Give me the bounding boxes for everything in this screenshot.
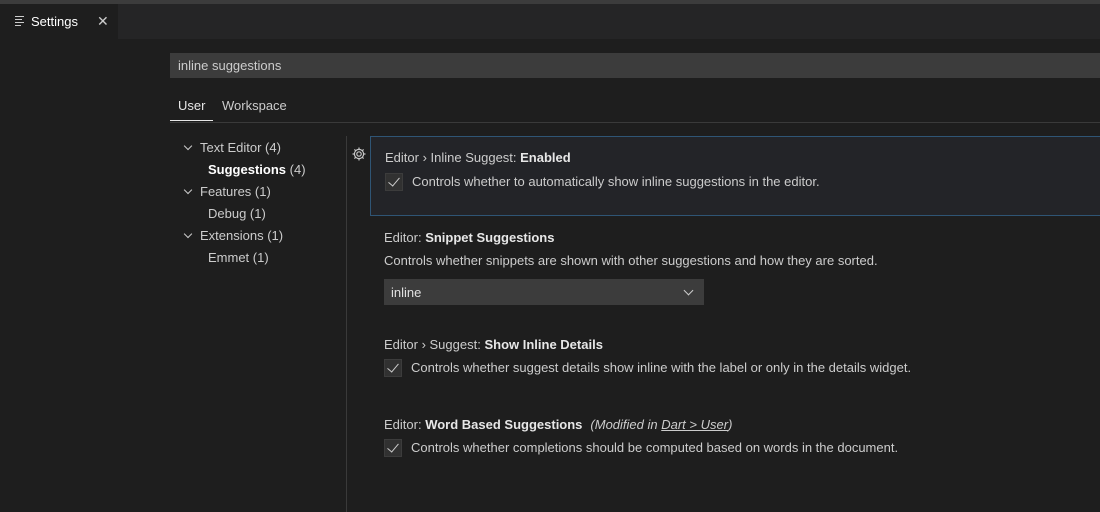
- chevron-down-icon: [184, 187, 193, 196]
- setting-title: Editor › Suggest: Show Inline Details: [384, 337, 603, 352]
- toc-divider: [346, 136, 347, 512]
- chevron-down-icon: [683, 285, 694, 296]
- settings-list-icon: [15, 16, 24, 27]
- setting-description: Controls whether completions should be c…: [411, 440, 899, 455]
- chevron-down-icon: [184, 143, 193, 152]
- setting-inline-suggest-enabled: Editor › Inline Suggest: Enabled Control…: [370, 136, 1100, 216]
- chevron-down-icon: [184, 231, 193, 240]
- setting-show-inline-details: Editor › Suggest: Show Inline Details Co…: [370, 323, 1100, 403]
- setting-description: Controls whether snippets are shown with…: [384, 253, 878, 268]
- settings-search-box[interactable]: [170, 53, 1100, 78]
- modified-indicator: (Modified in Dart > User): [590, 417, 733, 432]
- close-icon[interactable]: ✕: [97, 13, 109, 30]
- setting-word-based-suggestions: Editor: Word Based Suggestions (Modified …: [370, 403, 1100, 483]
- tab-user[interactable]: User: [169, 98, 215, 121]
- settings-tab[interactable]: Settings ✕: [0, 4, 118, 39]
- setting-snippet-suggestions: Editor: Snippet Suggestions Controls whe…: [370, 216, 1100, 316]
- toc-item-features[interactable]: Features (1): [184, 184, 271, 199]
- toc-item-emmet[interactable]: Emmet (1): [208, 250, 269, 265]
- dropdown-value: inline: [391, 285, 422, 300]
- modified-in-link[interactable]: Dart > User: [661, 417, 728, 432]
- setting-title: Editor: Word Based Suggestions (Modified …: [384, 417, 733, 432]
- setting-title: Editor: Snippet Suggestions: [384, 230, 555, 245]
- setting-checkbox[interactable]: [384, 359, 402, 377]
- settings-search-input[interactable]: [178, 58, 1092, 73]
- setting-description: Controls whether to automatically show i…: [412, 174, 820, 189]
- toc-item-suggestions[interactable]: Suggestions (4): [208, 162, 306, 177]
- setting-description: Controls whether suggest details show in…: [411, 360, 912, 375]
- toc-item-debug[interactable]: Debug (1): [208, 206, 266, 221]
- editor-tab-bar: Settings ✕: [0, 4, 1100, 39]
- setting-title: Editor › Inline Suggest: Enabled: [385, 150, 571, 165]
- toc-item-extensions[interactable]: Extensions (1): [184, 228, 283, 243]
- toc-item-count: (4): [289, 162, 306, 177]
- toc-item-text-editor[interactable]: Text Editor (4): [184, 140, 281, 155]
- setting-checkbox[interactable]: [384, 439, 402, 457]
- settings-tab-label: Settings: [31, 14, 78, 29]
- snippet-suggestions-dropdown[interactable]: inline: [384, 279, 704, 305]
- setting-checkbox[interactable]: [385, 173, 403, 191]
- tab-workspace[interactable]: Workspace: [222, 98, 287, 113]
- gear-icon[interactable]: [351, 146, 367, 162]
- settings-scope-tabs: User Workspace: [169, 96, 1100, 123]
